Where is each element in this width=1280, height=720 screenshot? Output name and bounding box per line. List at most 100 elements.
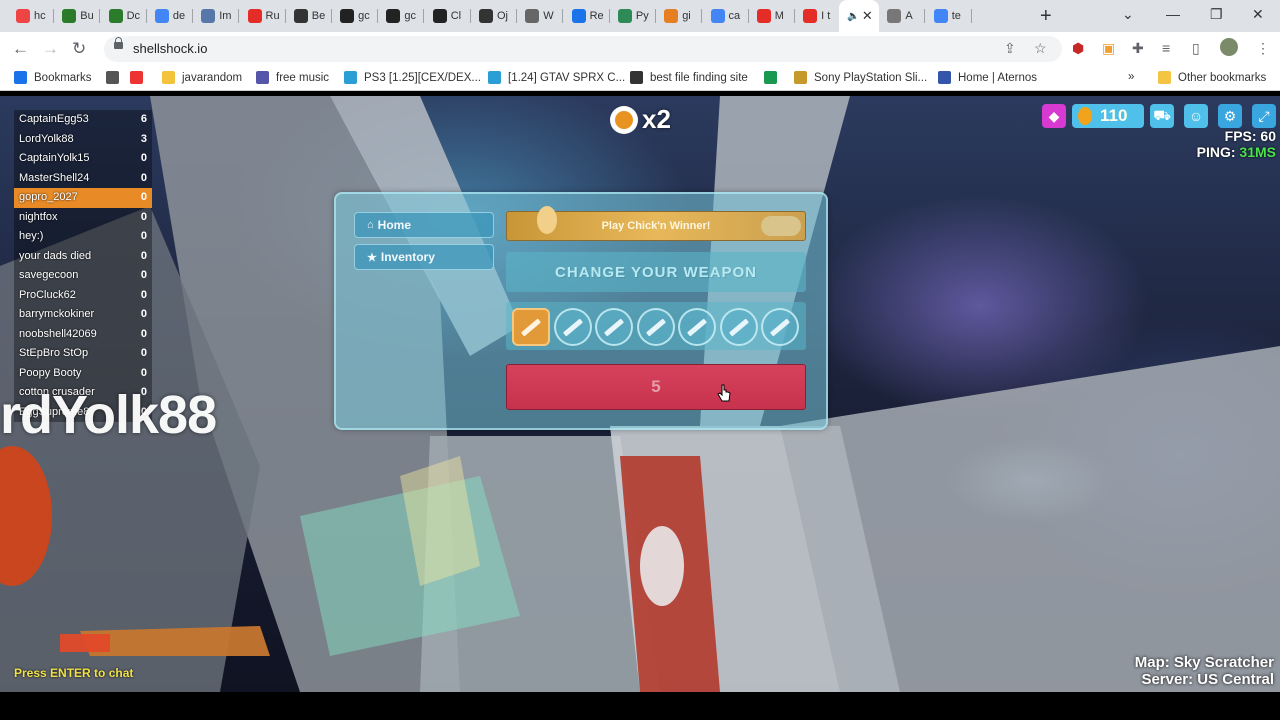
player-name: savegecoon xyxy=(19,269,79,281)
browser-tab-active[interactable]: 🔈 ✕ xyxy=(839,0,880,32)
bookmark-item[interactable]: Sony PlayStation Sli... xyxy=(794,71,927,84)
side-panel-icon[interactable]: ▯ xyxy=(1192,40,1200,57)
bookmark-favicon-icon xyxy=(14,71,27,84)
bookmark-favicon-icon xyxy=(630,71,643,84)
bookmark-star-icon[interactable]: ☆ xyxy=(1034,40,1047,57)
tab-title: Cl xyxy=(450,10,462,22)
browser-tab[interactable]: te xyxy=(926,4,972,28)
bookmark-item[interactable]: Bookmarks xyxy=(14,71,92,84)
gun-icon xyxy=(645,318,666,336)
weapon-slot[interactable] xyxy=(553,308,592,346)
shop-cart-icon[interactable]: ⛟ xyxy=(1150,104,1174,128)
tab-favicon-icon xyxy=(293,9,308,23)
browser-tab[interactable]: Be xyxy=(286,4,332,28)
browser-tab[interactable]: Bu xyxy=(54,4,101,28)
bookmark-item[interactable]: [1.24] GTAV SPRX C... xyxy=(488,71,625,84)
browser-tab[interactable]: Cl xyxy=(425,4,471,28)
forward-icon[interactable]: → xyxy=(42,39,59,59)
chick-winner-button[interactable]: Play Chick'n Winner! xyxy=(506,206,806,241)
minimize-icon[interactable]: — xyxy=(1166,6,1180,22)
lock-icon[interactable] xyxy=(114,37,123,49)
address-bar[interactable]: shellshock.io ⇪ ☆ xyxy=(104,36,1062,62)
bookmark-item[interactable]: PS3 [1.25][CEX/DEX... xyxy=(344,71,481,84)
weapon-slot[interactable] xyxy=(719,308,758,346)
extension-adblock-icon[interactable]: ⬢ xyxy=(1072,40,1084,57)
bookmark-item[interactable] xyxy=(106,71,126,84)
other-bookmarks-folder[interactable]: Other bookmarks xyxy=(1158,71,1266,84)
bookmark-item[interactable]: Home | Aternos xyxy=(938,71,1037,84)
tab-favicon-icon xyxy=(525,9,540,23)
scoreboard-row-self: gopro_2027 0 xyxy=(14,188,152,208)
tab-search-icon[interactable]: ⌄ xyxy=(1122,6,1134,23)
close-window-icon[interactable]: ✕ xyxy=(1252,6,1264,23)
browser-tab[interactable]: Dc xyxy=(101,4,147,28)
weapon-slot[interactable] xyxy=(595,308,633,346)
browser-tab[interactable]: gi xyxy=(656,4,703,28)
bookmark-item[interactable] xyxy=(764,71,784,84)
game-canvas[interactable]: CaptainEgg53 6 LordYolk88 3 CaptainYolk15 0 Ma… xyxy=(0,96,1280,692)
player-score: 0 xyxy=(140,366,147,379)
browser-tab[interactable]: Im xyxy=(193,4,240,28)
tab-title: gi xyxy=(682,10,691,22)
tab-favicon-icon xyxy=(710,9,725,23)
account-icon[interactable]: ☺ xyxy=(1184,104,1208,128)
url-text[interactable]: shellshock.io xyxy=(133,41,207,56)
player-name: MasterShell24 xyxy=(19,171,90,184)
egg-balance[interactable]: 110 xyxy=(1072,104,1144,128)
bookmark-item[interactable]: free music xyxy=(256,71,329,84)
extension-icon[interactable]: ▣ xyxy=(1102,40,1115,57)
audio-playing-icon[interactable]: 🔈 xyxy=(847,11,859,22)
bookmark-item[interactable] xyxy=(130,71,150,84)
home-label: Home xyxy=(377,218,411,232)
back-icon[interactable]: ← xyxy=(12,39,29,59)
share-icon[interactable]: ⇪ xyxy=(1004,40,1016,57)
more-bookmarks-icon[interactable]: » xyxy=(1128,71,1134,83)
extensions-puzzle-icon[interactable]: ✚ xyxy=(1132,40,1144,57)
weapon-slot[interactable] xyxy=(512,308,550,346)
inventory-button[interactable]: ★ Inventory xyxy=(354,244,494,270)
respawn-menu: ⌂ Home ★ Inventory Play Chick'n Winner! … xyxy=(334,192,828,430)
profile-avatar[interactable] xyxy=(1220,38,1238,56)
weapon-slot[interactable] xyxy=(761,308,799,346)
browser-tab[interactable]: M xyxy=(749,4,795,28)
browser-tab[interactable]: Py xyxy=(610,4,656,28)
kill-streak-value: x2 xyxy=(642,104,671,134)
player-score: 0 xyxy=(140,288,147,301)
weapon-slot[interactable] xyxy=(678,308,716,346)
browser-tab[interactable]: ca xyxy=(703,4,749,28)
scoreboard-row: hey:) 0 xyxy=(14,227,152,247)
close-tab-icon[interactable]: ✕ xyxy=(862,8,873,24)
gun-icon xyxy=(603,318,625,336)
browser-tab[interactable]: hc xyxy=(8,4,54,28)
taskbar-strip xyxy=(0,692,1280,720)
reading-list-icon[interactable]: ≡ xyxy=(1162,40,1170,56)
home-button[interactable]: ⌂ Home xyxy=(354,212,494,238)
bookmark-item[interactable]: javarandom xyxy=(162,71,242,84)
browser-tab[interactable]: Re xyxy=(564,4,610,28)
player-score: 0 xyxy=(140,230,147,242)
browser-tab[interactable]: W xyxy=(517,4,564,28)
browser-tab[interactable]: gc xyxy=(378,4,425,28)
bookmark-item[interactable]: best file finding site xyxy=(630,71,748,84)
weapon-slot[interactable] xyxy=(636,308,675,346)
map-name: Map: Sky Scratcher xyxy=(1134,654,1274,671)
gun-icon xyxy=(686,318,708,336)
reload-icon[interactable]: ↻ xyxy=(72,39,86,59)
menu-kebab-icon[interactable]: ⋮ xyxy=(1256,40,1270,57)
restore-icon[interactable]: ❐ xyxy=(1210,6,1223,23)
bookmark-favicon-icon xyxy=(794,71,807,84)
bookmarks-bar: Bookmarks javarandom free music PS3 [1.25][… xyxy=(0,66,1280,91)
browser-tab[interactable]: gc xyxy=(332,4,379,28)
browser-tab[interactable]: I t xyxy=(795,4,842,28)
diamond-icon[interactable]: ◆ xyxy=(1042,104,1066,128)
browser-tab[interactable]: Ru xyxy=(240,4,286,28)
respawn-countdown-button[interactable]: 5 xyxy=(506,364,806,410)
browser-tab[interactable]: A xyxy=(879,4,926,28)
browser-tab[interactable]: de xyxy=(147,4,193,28)
fullscreen-icon[interactable]: ⤢ xyxy=(1252,104,1276,128)
settings-gear-icon[interactable]: ⚙ xyxy=(1218,104,1242,128)
browser-tab[interactable]: Oj xyxy=(471,4,517,28)
bookmark-label: [1.24] GTAV SPRX C... xyxy=(508,71,626,84)
new-tab-button[interactable]: + xyxy=(1040,6,1052,26)
chat-prompt[interactable]: Press ENTER to chat xyxy=(14,666,133,680)
